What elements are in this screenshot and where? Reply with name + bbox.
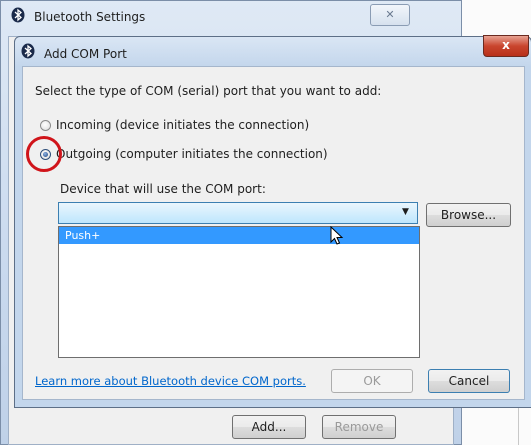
chevron-down-icon[interactable]: ▼ — [402, 207, 409, 217]
browse-button[interactable]: Browse... — [426, 203, 511, 227]
bluetooth-settings-title: Bluetooth Settings — [34, 10, 146, 24]
annotation-circle — [26, 136, 62, 172]
port-type-prompt: Select the type of COM (serial) port tha… — [35, 84, 382, 98]
dialog-title: Add COM Port — [44, 47, 127, 61]
outgoing-radio-label[interactable]: Outgoing (computer initiates the connect… — [56, 147, 328, 161]
mouse-pointer-icon — [330, 225, 344, 249]
bluetooth-icon — [20, 43, 36, 62]
device-label: Device that will use the COM port: — [60, 182, 266, 196]
device-dropdown-list — [58, 226, 420, 358]
add-button[interactable]: Add... — [232, 415, 306, 439]
ok-button[interactable]: OK — [331, 369, 413, 393]
dialog-close-button[interactable]: x — [483, 35, 529, 57]
incoming-radio[interactable] — [40, 120, 51, 131]
dropdown-item-push[interactable]: Push+ — [59, 227, 419, 244]
learn-more-link[interactable]: Learn more about Bluetooth device COM po… — [35, 374, 306, 388]
remove-button[interactable]: Remove — [322, 415, 396, 439]
incoming-radio-label[interactable]: Incoming (device initiates the connectio… — [56, 118, 309, 132]
cancel-button[interactable]: Cancel — [428, 369, 510, 393]
device-combo-box[interactable] — [58, 202, 418, 224]
bluetooth-settings-close-button[interactable]: ✕ — [370, 4, 410, 26]
bluetooth-icon — [10, 7, 26, 26]
